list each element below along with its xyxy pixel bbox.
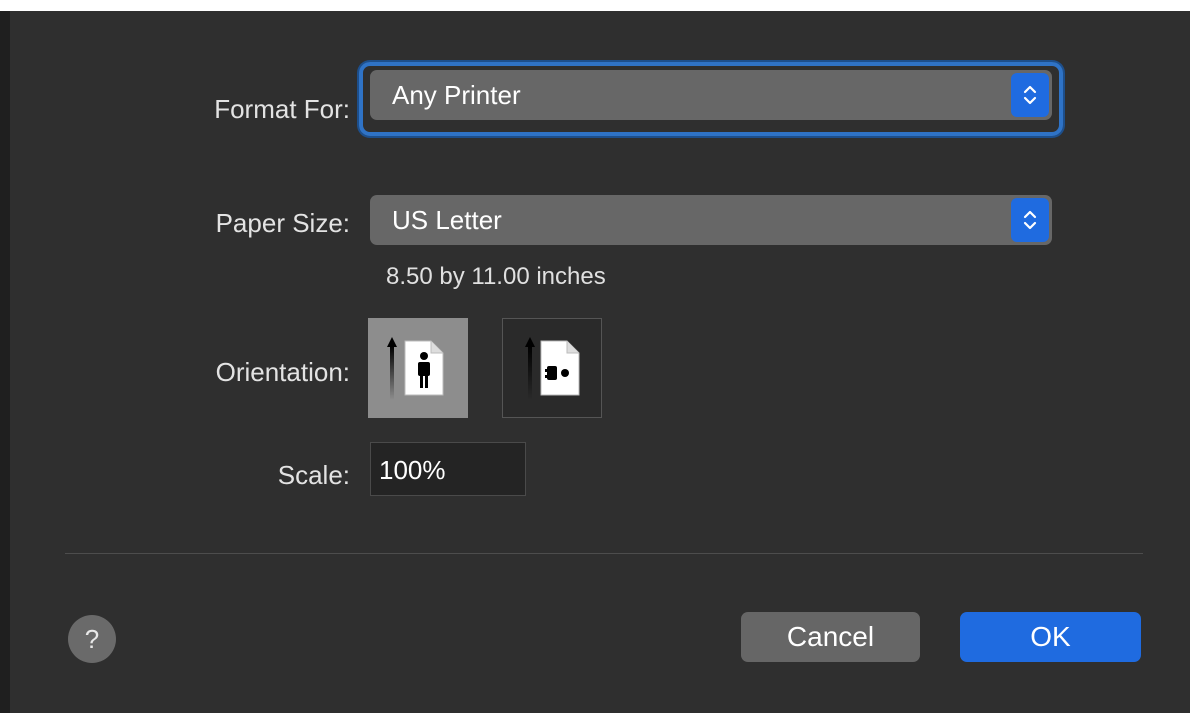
chevron-updown-icon bbox=[1011, 198, 1049, 242]
format-for-value: Any Printer bbox=[392, 80, 521, 110]
orientation-portrait-button[interactable] bbox=[368, 318, 468, 418]
orientation-landscape-button[interactable] bbox=[502, 318, 602, 418]
paper-size-popup[interactable]: US Letter bbox=[370, 195, 1052, 245]
top-strip bbox=[0, 0, 1190, 11]
paper-size-value: US Letter bbox=[392, 205, 502, 235]
page-setup-dialog: Format For: Any Printer Paper Size: US L… bbox=[10, 11, 1190, 713]
help-button[interactable]: ? bbox=[68, 615, 116, 663]
format-for-label: Format For: bbox=[214, 94, 350, 124]
separator bbox=[65, 553, 1143, 554]
portrait-icon bbox=[387, 337, 444, 400]
landscape-icon bbox=[525, 337, 580, 400]
window-left-edge bbox=[0, 11, 10, 713]
orientation-label: Orientation: bbox=[215, 357, 350, 387]
paper-dimensions: 8.50 by 11.00 inches bbox=[386, 263, 606, 290]
cancel-button[interactable]: Cancel bbox=[741, 612, 920, 662]
scale-input[interactable]: 100% bbox=[370, 442, 526, 496]
format-for-popup[interactable]: Any Printer bbox=[370, 70, 1052, 120]
ok-button[interactable]: OK bbox=[960, 612, 1141, 662]
scale-label: Scale: bbox=[277, 460, 350, 490]
chevron-updown-icon bbox=[1011, 73, 1049, 117]
paper-size-label: Paper Size: bbox=[215, 208, 350, 238]
